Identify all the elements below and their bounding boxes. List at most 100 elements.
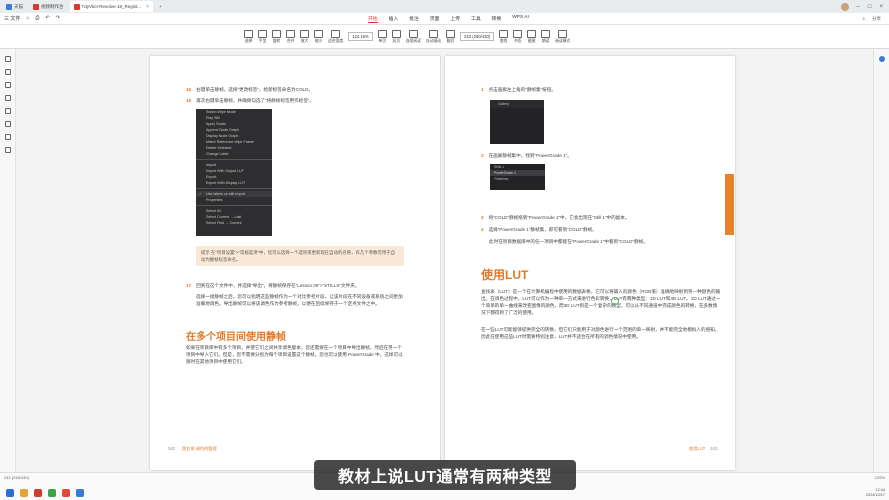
zoom-level[interactable]: 125% [875,475,885,480]
tool-button[interactable]: 旋转 [272,29,281,44]
signature-icon[interactable] [4,121,11,127]
tool-button[interactable]: 朗读 [541,29,551,44]
menu-separator [196,203,272,206]
clock: 12:44 2024/10/17 [865,488,885,497]
tool-button[interactable]: 截图 [527,29,537,44]
tool-icon [377,29,387,38]
layers-icon[interactable] [4,108,11,114]
tab-convert[interactable]: 转换 [492,15,502,23]
undo-icon[interactable]: ↶ [45,15,49,22]
tool-button[interactable]: 手型 [258,29,267,44]
tool-button[interactable]: 放大 [300,29,309,44]
page-number-input[interactable]: 243 (250/430) [460,32,495,41]
tool-button[interactable]: 书签 [513,29,523,44]
context-menu-item: Properties [206,198,223,202]
tool-button[interactable]: 查找 [499,29,509,44]
right-sidebar [873,49,889,472]
pdf-page-right: 1 点击画廊左上角的“静帧集”按钮。 Gallery 2 在画廊静帧集中，找到“Po… [445,56,735,470]
tool-button[interactable]: 选择 [244,29,253,44]
folder-icon[interactable] [20,489,28,497]
close-tab-icon[interactable]: × [146,4,149,10]
tab-start[interactable]: 开始 [368,15,378,23]
section-heading: 在多个项目间使用静帧 [186,332,286,343]
comment-icon[interactable] [4,82,11,88]
browser-tab-3[interactable]: TdyVkct-Revolve-18_Regist... × [69,1,153,12]
browser-tab-1[interactable]: 天猫 [2,1,27,12]
body-paragraph: 如果在项目库中有多个项目，并使它们之间共享调色版本，您还需要在一个项目中导出静帧… [186,345,403,364]
tool-button[interactable]: 单页 [377,29,387,44]
assistant-icon[interactable] [878,56,885,62]
database-icon[interactable] [4,147,11,153]
attachment-icon[interactable] [4,95,11,101]
tool-button[interactable]: 连续阅读 [405,29,421,44]
tool-icon [408,29,418,38]
app-icon[interactable] [62,489,70,497]
tool-button[interactable]: 自动滚动 [426,29,441,44]
context-menu-screenshot: Switch Wipe Mode Play Still Apply Grade App… [196,109,272,236]
tool-label: 缩小 [314,38,323,43]
step-4-paragraph: 此时在项目数据库中的任一项目中都能在“PowerGrade 1”中看到“COLD… [489,239,648,244]
tab-app-icon [33,3,39,10]
print-icon[interactable]: ⎙ [35,15,39,22]
tool-label: 放大 [300,38,309,43]
new-tab-button[interactable]: + [155,1,166,12]
tool-icon [429,29,438,38]
minimize-icon[interactable]: – [857,4,860,10]
tool-label: 单页 [378,38,387,43]
tool-button[interactable]: 缩小 [314,29,323,44]
mouse-cursor-highlight [611,297,619,305]
tool-label: 手型 [258,38,267,43]
page-indicator[interactable]: 242 (249/430) [4,475,29,480]
pdf-icon [73,3,80,10]
start-icon[interactable] [6,489,14,497]
tool-button[interactable]: 双页 [391,29,401,44]
tool-icon [258,29,267,38]
browser-tab-2[interactable]: 视频制作合 [29,1,68,12]
tab-annotate[interactable]: 批注 [409,15,419,23]
close-window-icon[interactable]: × [879,4,883,10]
tool-icon [331,29,341,38]
video-subtitle: 教材上说LUT通常有两种类型 [314,460,576,490]
tab-upload[interactable]: 上传 [450,15,460,23]
tool-icon [541,29,551,38]
share-button[interactable]: 分享 [872,16,881,22]
step-17-paragraph: 选择一组静帧之后，您可以指明这些静帧作为一个对比参考片段，让该片段在不同设备或系… [196,294,403,306]
wechat-icon[interactable] [48,489,56,497]
tool-label: 选择 [244,38,253,43]
tool-button[interactable]: 适合宽度 [328,29,343,44]
step-3: 3 将“COLD”静帧拖到“PowerGrade 1”中，它会出现在“Still … [481,215,630,220]
file-menu[interactable]: 三 文件 [4,15,20,22]
stamp-icon[interactable] [4,134,11,140]
home-icon[interactable]: ⌂ [26,15,29,22]
step-15: 15 右键单击静帧，选择“更改标签”，给新标签命名为COLD。 [186,87,314,92]
tab-wps-ai[interactable]: WPS AI [512,15,529,23]
tool-label: 连续阅读 [405,38,421,43]
left-sidebar [0,49,16,472]
bookmark-icon[interactable] [4,69,11,75]
still-album-screenshot: Stills 1 PowerGrade 1 Timelines [490,164,545,190]
tool-icon [286,29,295,38]
tool-button[interactable]: 阅读模式 [555,29,570,44]
section-heading: 使用LUT [481,268,529,282]
tool-button[interactable]: 合并 [286,29,295,44]
redo-icon[interactable]: ↷ [56,15,60,22]
lut-paragraph-1: 查找表（LUT）是一个在计算机编程中使用的数据表格，它可以将输入的颜色（RGB值… [481,289,721,315]
browser-icon[interactable] [76,489,84,497]
tool-icon [446,29,456,38]
tool-label: 截图 [527,38,536,43]
thumbnail-icon[interactable] [4,56,11,62]
maximize-icon[interactable]: □ [868,4,872,10]
tab-insert[interactable]: 插入 [389,15,399,23]
avatar[interactable] [840,2,849,11]
search-icon[interactable]: ⌕ [862,16,865,22]
tool-label: 合并 [286,38,295,43]
wps-icon[interactable] [34,489,42,497]
step-2: 2 在画廊静帧集中，找到“PowerGrade 1”。 [481,153,572,158]
zoom-input[interactable]: 124.16% [348,32,373,41]
tool-button[interactable]: 翻页 [446,29,456,44]
tool-icon [272,29,281,38]
tool-icon [527,29,537,38]
tab-tools[interactable]: 工具 [471,15,481,23]
tool-label: 旋转 [272,38,281,43]
tab-page[interactable]: 页面 [430,15,440,23]
